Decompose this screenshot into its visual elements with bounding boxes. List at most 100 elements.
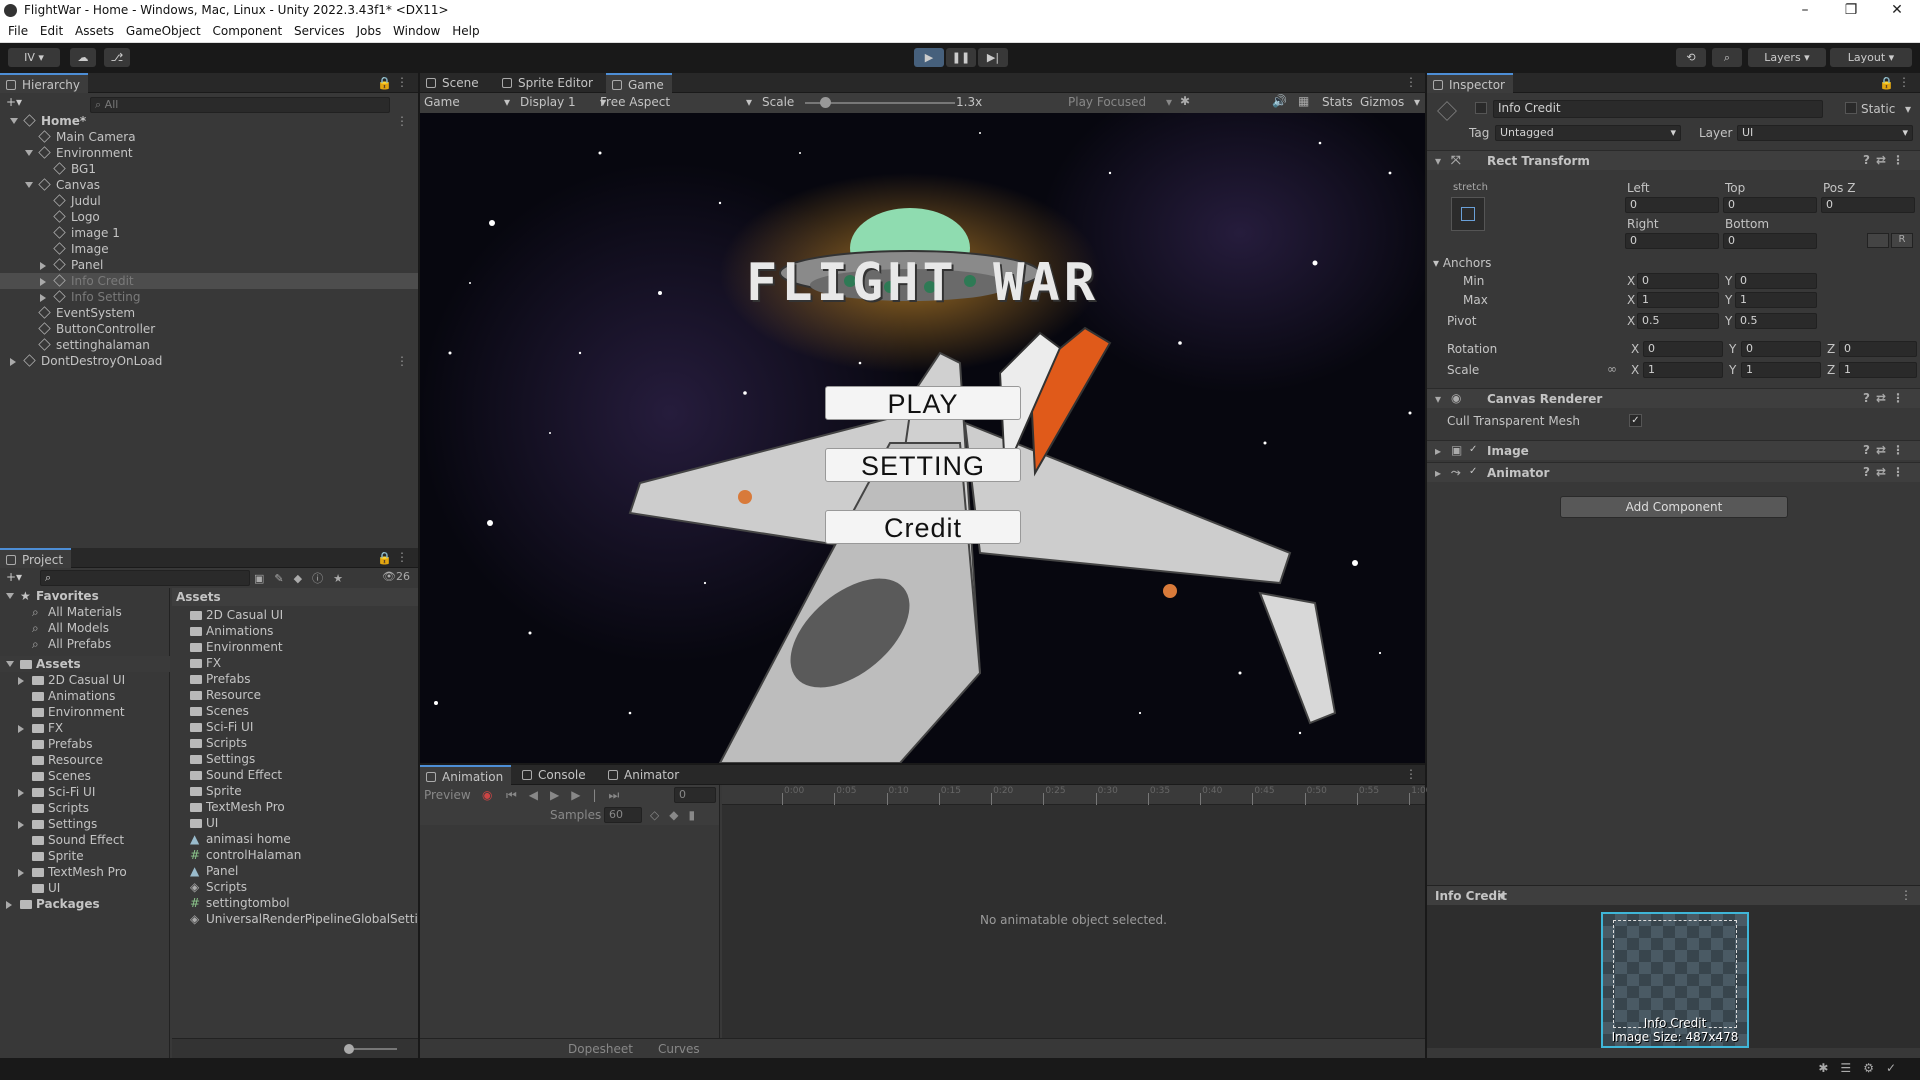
hierarchy-item[interactable]: Main Camera (0, 129, 418, 145)
asset-item[interactable]: FX (172, 655, 418, 671)
menu-assets[interactable]: Assets (67, 22, 114, 38)
menu-services[interactable]: Services (286, 22, 345, 38)
rect-transform-header[interactable]: ▾ ⤧ Rect Transform ?⇄⋮ (1427, 150, 1920, 170)
filter-icons[interactable]: ▣✎◆ⓘ★ (254, 570, 353, 586)
scale-y-field[interactable]: 1 (1741, 362, 1821, 378)
favorite-item[interactable]: ⌕ All Models (0, 620, 170, 636)
animator-enabled-checkbox[interactable]: ✓ (1469, 466, 1477, 477)
asset-item[interactable]: Scenes (172, 703, 418, 719)
project-folder-item[interactable]: Scripts (0, 800, 170, 816)
project-packages[interactable]: Packages (0, 896, 170, 912)
display-dropdown[interactable]: Display 1 ▾ (520, 95, 610, 109)
chevron-down-icon[interactable] (6, 593, 14, 599)
menu-window[interactable]: Window (385, 22, 440, 38)
right-field[interactable]: 0 (1625, 233, 1719, 249)
hierarchy-item[interactable]: image 1 (0, 225, 418, 241)
cloud-icon[interactable]: ☁ (70, 48, 96, 67)
keyframe-icons[interactable]: ◇◆▮ (650, 808, 705, 822)
chevron-down-icon[interactable] (25, 150, 33, 156)
hierarchy-item[interactable]: Environment (0, 145, 418, 161)
asset-item[interactable]: Scripts (172, 735, 418, 751)
asset-item[interactable]: UI (172, 815, 418, 831)
minimize-button[interactable]: – (1782, 0, 1828, 22)
hierarchy-item[interactable]: Judul (0, 193, 418, 209)
credit-game-button[interactable]: Credit (825, 510, 1021, 544)
playback-icons[interactable]: ⏮◀▶▶|⏭ (506, 788, 631, 803)
account-button[interactable]: IV ▾ (8, 48, 60, 67)
pause-button[interactable]: ❚❚ (946, 48, 976, 67)
static-checkbox[interactable] (1845, 102, 1857, 114)
dopesheet-button[interactable]: Dopesheet (568, 1042, 633, 1056)
asset-item[interactable]: ▲ Panel (172, 863, 418, 879)
favorite-item[interactable]: ⌕ All Prefabs (0, 636, 170, 652)
hierarchy-item[interactable]: DontDestroyOnLoad ⋮ (0, 353, 418, 369)
hierarchy-item[interactable]: settinghalaman (0, 337, 418, 353)
more-icon[interactable]: ⋮ (396, 353, 408, 369)
tab-hierarchy[interactable]: Hierarchy (0, 73, 89, 93)
scale-x-field[interactable]: 1 (1643, 362, 1723, 378)
hierarchy-item[interactable]: ButtonController (0, 321, 418, 337)
asset-item[interactable]: 2D Casual UI (172, 607, 418, 623)
canvas-renderer-header[interactable]: ▾ ◉ Canvas Renderer ?⇄⋮ (1427, 388, 1920, 408)
project-folder-item[interactable]: Resource (0, 752, 170, 768)
dopesheet-area[interactable]: No animatable object selected. (722, 805, 1425, 1038)
more-icon[interactable]: ⋮ (1900, 888, 1912, 902)
samples-field[interactable]: 60 (604, 807, 642, 823)
layout-dropdown[interactable]: Layout ▾ (1830, 48, 1912, 67)
animator-component-header[interactable]: ▸ ⤳ ✓ Animator ?⇄⋮ (1427, 462, 1920, 482)
menu-help[interactable]: Help (444, 22, 479, 38)
chevron-down-icon[interactable] (25, 182, 33, 188)
menu-gameobject[interactable]: GameObject (118, 22, 201, 38)
hierarchy-item[interactable]: Info Setting (0, 289, 418, 305)
menu-component[interactable]: Component (205, 22, 283, 38)
project-folder-item[interactable]: Animations (0, 688, 170, 704)
rotation-z-field[interactable]: 0 (1839, 341, 1917, 357)
object-name-field[interactable]: Info Credit (1493, 100, 1823, 118)
lock-icon[interactable]: 🔒 (1879, 76, 1894, 90)
chevron-right-icon[interactable] (10, 358, 16, 366)
project-folder-item[interactable]: 2D Casual UI (0, 672, 170, 688)
project-folder-item[interactable]: Settings (0, 816, 170, 832)
asset-item[interactable]: ◈ UniversalRenderPipelineGlobalSetting (172, 911, 418, 927)
asset-item[interactable]: Resource (172, 687, 418, 703)
project-folder-item[interactable]: Sound Effect (0, 832, 170, 848)
asset-item[interactable]: # settingtombol (172, 895, 418, 911)
more-icon[interactable]: ⋮ (396, 113, 408, 129)
tab-animator[interactable]: Animator (602, 765, 687, 785)
project-assets-root[interactable]: Assets (0, 656, 170, 672)
play-focused-dropdown[interactable]: Play Focused ▾ (1068, 95, 1172, 109)
project-folder-item[interactable]: TextMesh Pro (0, 864, 170, 880)
gizmos-dropdown[interactable]: Gizmos ▾ (1360, 95, 1420, 109)
play-game-button[interactable]: PLAY (825, 386, 1021, 420)
maximize-button[interactable]: ❐ (1828, 0, 1874, 22)
asset-item[interactable]: ▲ animasi home (172, 831, 418, 847)
max-y-field[interactable]: 1 (1735, 292, 1817, 308)
asset-item[interactable]: Settings (172, 751, 418, 767)
hierarchy-item[interactable]: EventSystem (0, 305, 418, 321)
preview-toggle[interactable]: Preview (424, 788, 471, 802)
add-icon[interactable]: +▾ (6, 570, 22, 584)
chevron-down-icon[interactable]: ▾ (1905, 102, 1911, 116)
search-icon[interactable]: ⌕ (1712, 48, 1742, 67)
record-icon[interactable]: ◉ (482, 788, 492, 802)
lock-icon[interactable]: 🔒 (377, 551, 392, 565)
favorite-item[interactable]: ⌕ All Materials (0, 604, 170, 620)
raw-edit-button[interactable]: R (1891, 233, 1913, 248)
tab-scene[interactable]: Scene (420, 73, 487, 93)
chevron-right-icon[interactable] (40, 294, 46, 302)
hierarchy-item[interactable]: Info Credit (0, 273, 418, 289)
asset-item[interactable]: # controlHalaman (172, 847, 418, 863)
menu-edit[interactable]: Edit (32, 22, 63, 38)
project-search-input[interactable]: ⌕ (40, 570, 250, 586)
hierarchy-item[interactable]: Image (0, 241, 418, 257)
project-folder-item[interactable]: Prefabs (0, 736, 170, 752)
add-component-button[interactable]: Add Component (1560, 496, 1788, 518)
tab-project[interactable]: Project (0, 548, 72, 568)
pivot-y-field[interactable]: 0.5 (1735, 313, 1817, 329)
scale-slider-thumb[interactable] (820, 97, 831, 108)
min-y-field[interactable]: 0 (1735, 273, 1817, 289)
tab-game[interactable]: Game (606, 73, 672, 93)
tab-inspector[interactable]: Inspector (1427, 73, 1513, 93)
asset-item[interactable]: Sound Effect (172, 767, 418, 783)
curves-button[interactable]: Curves (658, 1042, 700, 1056)
